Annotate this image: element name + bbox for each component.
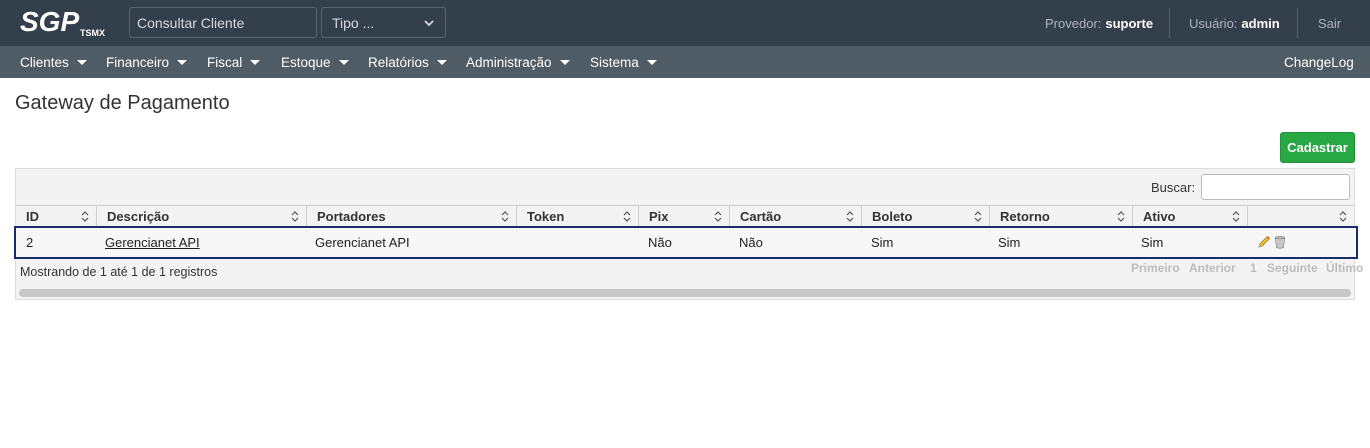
sort-icon xyxy=(1117,211,1125,222)
divider xyxy=(1297,8,1298,38)
usuario-value: admin xyxy=(1241,15,1280,31)
pager-page[interactable]: 1 xyxy=(1250,261,1257,275)
column-header-ativo[interactable]: Ativo xyxy=(1133,206,1248,227)
nav-item-sistema[interactable]: Sistema xyxy=(590,46,657,78)
cell-retorno: Sim xyxy=(998,235,1021,250)
nav-item-administracao[interactable]: Administração xyxy=(466,46,570,78)
nav-item-label: Relatórios xyxy=(368,54,429,70)
divider xyxy=(1169,8,1170,38)
cell-portadores: Gerencianet API xyxy=(315,235,410,250)
cadastrar-button[interactable]: Cadastrar xyxy=(1280,132,1355,163)
table-info: Mostrando de 1 até 1 de 1 registros xyxy=(20,265,218,279)
sort-icon xyxy=(1232,211,1240,222)
nav-item-label: Financeiro xyxy=(106,54,170,70)
column-header-actions[interactable] xyxy=(1248,206,1354,227)
sort-icon xyxy=(974,211,982,222)
logo-subtext: TSMX xyxy=(80,28,105,38)
column-header-label: Retorno xyxy=(1000,209,1050,224)
column-header-label: Boleto xyxy=(872,209,913,224)
pager-first[interactable]: Primeiro xyxy=(1131,261,1180,275)
sort-icon xyxy=(291,211,299,222)
changelog-label: ChangeLog xyxy=(1284,54,1354,70)
pager-prev[interactable]: Anterior xyxy=(1189,261,1236,275)
column-header-cartao[interactable]: Cartão xyxy=(730,206,862,227)
pencil-icon[interactable] xyxy=(1257,235,1271,249)
caret-down-icon xyxy=(338,59,349,65)
column-header-retorno[interactable]: Retorno xyxy=(990,206,1133,227)
sort-icon xyxy=(846,211,854,222)
logout-link[interactable]: Sair xyxy=(1318,0,1341,46)
changelog-link[interactable]: ChangeLog xyxy=(1284,46,1354,78)
column-header-label: Token xyxy=(527,209,565,224)
column-header-label: Pix xyxy=(649,209,669,224)
pager-next[interactable]: Seguinte xyxy=(1267,261,1318,275)
sort-icon xyxy=(1339,211,1347,222)
page-title: Gateway de Pagamento xyxy=(15,92,230,114)
caret-down-icon xyxy=(250,59,261,65)
descricao-link[interactable]: Gerencianet API xyxy=(105,235,200,250)
nav-item-label: Clientes xyxy=(20,54,69,70)
nav-item-fiscal[interactable]: Fiscal xyxy=(207,46,261,78)
column-header-id[interactable]: ID xyxy=(16,206,97,227)
consultar-cliente-input[interactable] xyxy=(129,7,317,38)
cell-descricao: Gerencianet API xyxy=(105,228,200,257)
caret-down-icon xyxy=(177,59,188,65)
logout-label: Sair xyxy=(1318,15,1342,31)
table-panel: Buscar: ID Descrição Portadores Token Pi… xyxy=(14,168,1363,300)
sgp-logo[interactable]: SGP TSMX xyxy=(20,7,110,39)
sort-icon xyxy=(714,211,722,222)
column-header-label: Descrição xyxy=(107,209,170,224)
nav-item-clientes[interactable]: Clientes xyxy=(20,46,87,78)
column-header-boleto[interactable]: Boleto xyxy=(862,206,990,227)
column-header-label: Cartão xyxy=(740,209,782,224)
pager-last[interactable]: Último xyxy=(1326,261,1363,275)
column-header-label: Portadores xyxy=(317,209,386,224)
cell-cartao: Não xyxy=(739,235,763,250)
chevron-down-icon xyxy=(424,19,434,26)
usuario-label: Usuário: xyxy=(1189,15,1238,31)
cell-id: 2 xyxy=(26,235,34,250)
column-header-pix[interactable]: Pix xyxy=(639,206,730,227)
usuario-info: Usuário: admin xyxy=(1189,0,1280,46)
table-row: 2 Gerencianet API Gerencianet API Não Nã… xyxy=(14,226,1358,259)
search-label: Buscar: xyxy=(1151,180,1196,195)
cell-pix: Não xyxy=(648,235,672,250)
sort-icon xyxy=(623,211,631,222)
tipo-select-value: Tipo ... xyxy=(332,14,375,31)
nav-item-financeiro[interactable]: Financeiro xyxy=(106,46,188,78)
top-bar: SGP TSMX Tipo ... Provedor: suporte Usuá… xyxy=(0,0,1370,46)
column-header-portadores[interactable]: Portadores xyxy=(307,206,517,227)
sort-icon xyxy=(81,211,89,222)
provedor-value: suporte xyxy=(1105,15,1154,31)
caret-down-icon xyxy=(646,59,657,65)
horizontal-scrollbar[interactable] xyxy=(19,289,1351,297)
column-header-descricao[interactable]: Descrição xyxy=(97,206,307,227)
logo-text: SGP xyxy=(20,7,79,37)
cell-boleto: Sim xyxy=(871,235,894,250)
trash-icon[interactable] xyxy=(1273,235,1287,249)
nav-item-label: Sistema xyxy=(590,54,639,70)
main-nav: Clientes Financeiro Fiscal Estoque Relat… xyxy=(0,46,1370,78)
column-header-token[interactable]: Token xyxy=(517,206,639,227)
caret-down-icon xyxy=(436,59,447,65)
table-header: ID Descrição Portadores Token Pix Cartão… xyxy=(16,205,1354,227)
nav-item-relatorios[interactable]: Relatórios xyxy=(368,46,447,78)
nav-item-label: Administração xyxy=(466,54,552,70)
cell-ativo: Sim xyxy=(1141,235,1164,250)
column-header-label: ID xyxy=(26,209,39,224)
nav-item-estoque[interactable]: Estoque xyxy=(281,46,349,78)
provedor-info: Provedor: suporte xyxy=(1045,0,1153,46)
column-header-label: Ativo xyxy=(1143,209,1176,224)
nav-item-label: Estoque xyxy=(281,54,331,70)
tipo-select[interactable]: Tipo ... xyxy=(321,7,446,38)
nav-item-label: Fiscal xyxy=(207,54,243,70)
caret-down-icon xyxy=(76,59,87,65)
provedor-label: Provedor: xyxy=(1045,15,1102,31)
sort-icon xyxy=(501,211,509,222)
caret-down-icon xyxy=(559,59,570,65)
table-search-input[interactable] xyxy=(1201,174,1350,200)
